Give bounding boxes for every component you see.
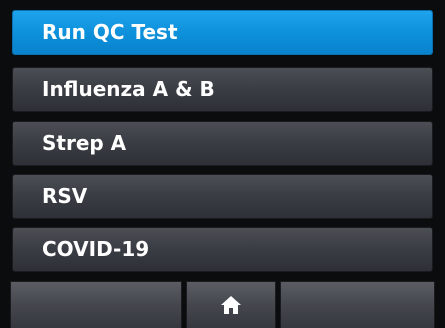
device-screen: Run QC Test Influenza A & B Strep A RSV … [0, 0, 445, 328]
menu-item-run-qc-test[interactable]: Run QC Test [12, 10, 433, 55]
menu-item-rsv[interactable]: RSV [12, 174, 433, 219]
menu-item-covid-19[interactable]: COVID-19 [12, 227, 433, 272]
home-icon [221, 296, 241, 314]
bottom-right-button[interactable] [280, 281, 435, 328]
bottom-left-button[interactable] [10, 281, 182, 328]
menu-item-strep-a[interactable]: Strep A [12, 121, 433, 166]
bottom-navigation-bar [10, 281, 435, 328]
menu-item-influenza-a-b[interactable]: Influenza A & B [12, 67, 433, 112]
home-button[interactable] [186, 281, 276, 328]
